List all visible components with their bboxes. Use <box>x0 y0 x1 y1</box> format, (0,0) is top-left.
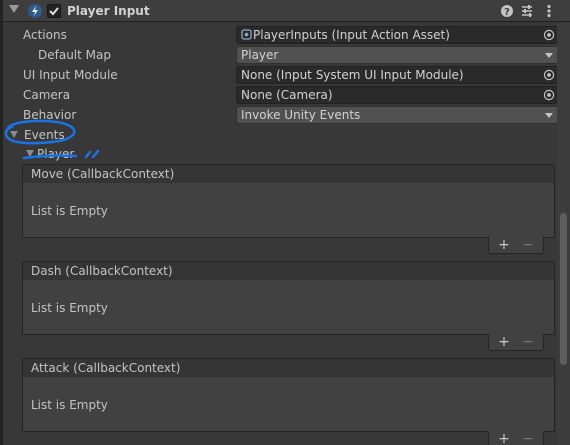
event-header: Attack (CallbackContext) <box>22 358 555 378</box>
dropdown-arrow-icon <box>545 113 553 118</box>
context-menu-icon[interactable] <box>542 3 556 19</box>
actions-label: Actions <box>23 28 67 42</box>
object-picker-icon[interactable] <box>543 29 555 41</box>
event-list-body: List is Empty <box>22 280 555 335</box>
preset-icon[interactable] <box>520 3 534 19</box>
list-footer: + − <box>488 431 544 445</box>
help-icon[interactable]: ? <box>500 3 514 19</box>
component-enabled-checkbox[interactable] <box>47 4 61 18</box>
event-list-body: List is Empty <box>22 183 555 238</box>
add-item-button[interactable]: + <box>493 431 515 445</box>
camera-row: Camera None (Camera) <box>3 85 559 105</box>
ui-input-module-row: UI Input Module None (Input System UI In… <box>3 65 559 85</box>
event-header: Move (CallbackContext) <box>22 164 555 184</box>
default-map-value: Player <box>241 48 279 62</box>
empty-list-text: List is Empty <box>31 398 108 412</box>
ui-input-module-field[interactable]: None (Input System UI Input Module) <box>236 66 559 84</box>
vertical-scrollbar[interactable] <box>557 22 570 445</box>
add-item-button[interactable]: + <box>493 237 515 253</box>
default-map-label: Default Map <box>38 48 111 62</box>
event-list-body: List is Empty <box>22 377 555 432</box>
add-item-button[interactable]: + <box>493 334 515 350</box>
player-foldout-label: Player <box>37 147 75 161</box>
inspector-panel: Player Input ? Actions PlayerInputs (Inp… <box>0 0 570 445</box>
behavior-row: Behavior Invoke Unity Events <box>3 105 559 125</box>
ui-input-module-label: UI Input Module <box>23 68 118 82</box>
default-map-row: Default Map Player <box>3 45 559 65</box>
event-header: Dash (CallbackContext) <box>22 261 555 281</box>
camera-value: None (Camera) <box>241 88 333 102</box>
scrollbar-thumb[interactable] <box>560 213 567 365</box>
foldout-expanded-icon <box>10 131 18 138</box>
empty-list-text: List is Empty <box>31 301 108 315</box>
actions-value: PlayerInputs (Input Action Asset) <box>253 28 450 42</box>
component-title: Player Input <box>67 4 150 18</box>
ui-input-module-value: None (Input System UI Input Module) <box>241 68 464 82</box>
empty-list-text: List is Empty <box>31 204 108 218</box>
behavior-value: Invoke Unity Events <box>241 108 361 122</box>
foldout-expanded-icon <box>26 150 34 157</box>
events-foldout-label: Events <box>24 128 65 142</box>
input-action-asset-icon <box>241 28 252 40</box>
default-map-dropdown[interactable]: Player <box>236 46 559 64</box>
object-picker-icon[interactable] <box>543 69 555 81</box>
script-icon <box>28 4 42 18</box>
remove-item-button[interactable]: − <box>517 334 539 350</box>
remove-item-button[interactable]: − <box>517 237 539 253</box>
object-picker-icon[interactable] <box>543 89 555 101</box>
foldout-expanded-icon[interactable] <box>9 5 19 13</box>
actions-field[interactable]: PlayerInputs (Input Action Asset) <box>236 26 559 44</box>
dropdown-arrow-icon <box>545 53 553 58</box>
actions-row: Actions PlayerInputs (Input Action Asset… <box>3 25 559 45</box>
camera-label: Camera <box>23 88 71 102</box>
component-header[interactable]: Player Input ? <box>3 0 570 22</box>
svg-text:?: ? <box>504 7 510 18</box>
behavior-dropdown[interactable]: Invoke Unity Events <box>236 106 559 124</box>
list-footer: + − <box>488 334 544 351</box>
list-footer: + − <box>488 237 544 254</box>
remove-item-button[interactable]: − <box>517 431 539 445</box>
camera-field[interactable]: None (Camera) <box>236 86 559 104</box>
behavior-label: Behavior <box>23 108 77 122</box>
